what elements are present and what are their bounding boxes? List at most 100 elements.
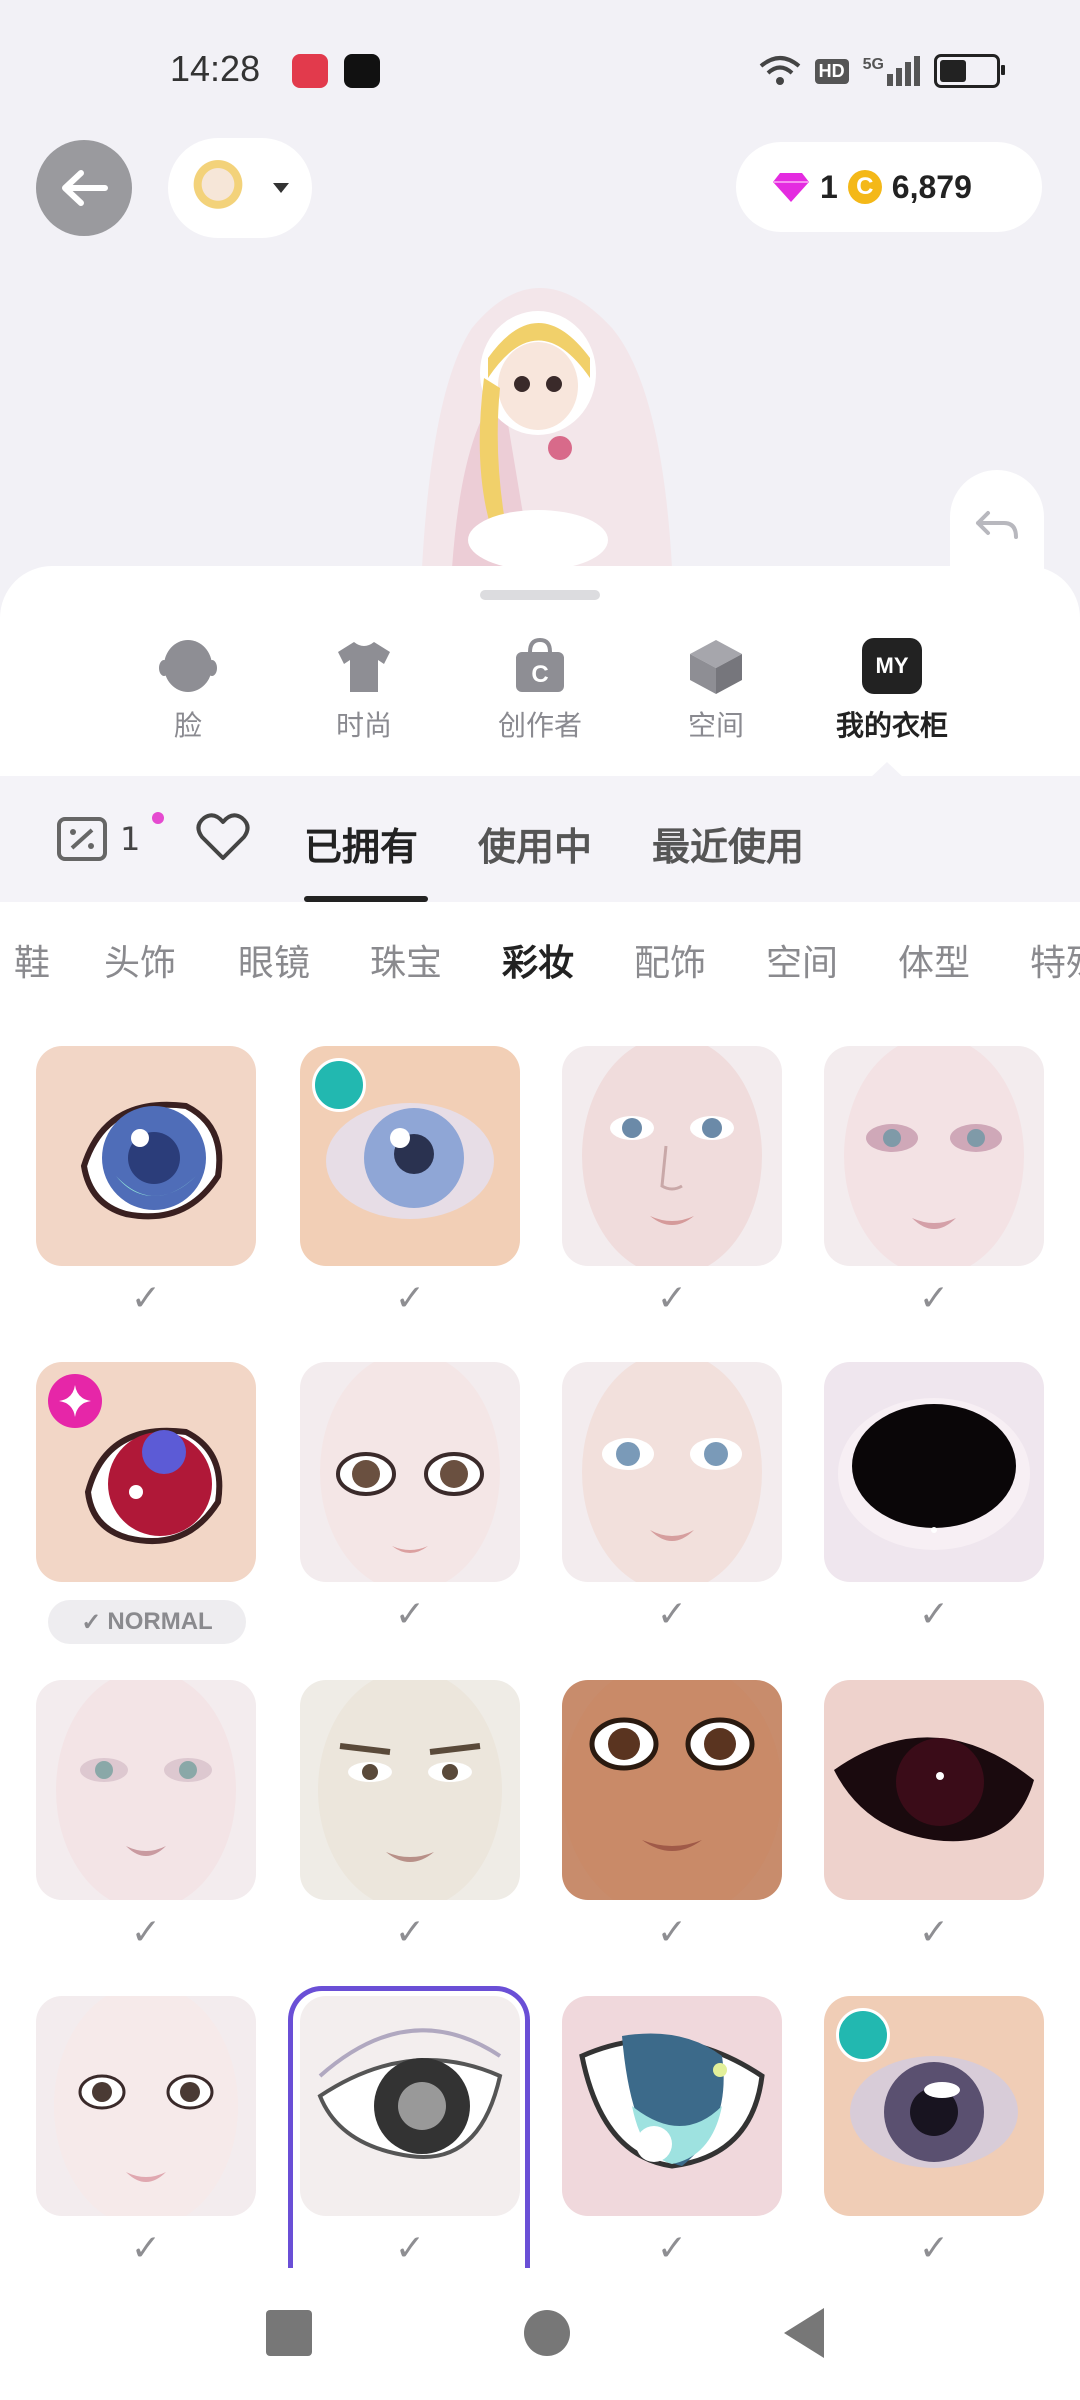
face-thumbnail bbox=[56, 1680, 236, 1900]
item-tile[interactable] bbox=[562, 1046, 782, 1266]
eye-thumbnail bbox=[838, 1398, 1030, 1550]
item-tile[interactable] bbox=[300, 1680, 520, 1900]
item-tile[interactable] bbox=[562, 1362, 782, 1582]
coupon-icon bbox=[57, 817, 107, 861]
undo-icon bbox=[976, 511, 1018, 539]
notification-dot bbox=[152, 812, 164, 824]
owned-check: ✓ bbox=[918, 1594, 950, 1635]
face-thumbnail bbox=[562, 1680, 782, 1900]
category-shoes[interactable]: 鞋 bbox=[14, 934, 50, 986]
status-icons: HD 5G bbox=[759, 50, 1005, 92]
tab-fashion-label: 时尚 bbox=[335, 709, 392, 742]
caret-down-icon bbox=[273, 183, 289, 193]
owned-check: ✓ bbox=[918, 1278, 950, 1319]
gem-count: 1 bbox=[820, 168, 838, 205]
owned-check: ✓ bbox=[394, 1278, 426, 1319]
home-button[interactable] bbox=[524, 2310, 570, 2356]
item-tile[interactable] bbox=[824, 1680, 1044, 1900]
item-tile[interactable] bbox=[300, 1046, 520, 1266]
category-jewelry[interactable]: 珠宝 bbox=[370, 934, 442, 986]
avatar-switcher[interactable] bbox=[168, 138, 312, 238]
coupon-button[interactable]: 1 bbox=[56, 816, 140, 862]
eye-thumbnail bbox=[834, 1737, 1034, 1842]
tab-fashion[interactable]: 时尚 bbox=[304, 638, 424, 748]
tab-recently-used[interactable]: 最近使用 bbox=[652, 816, 804, 871]
recent-apps-button[interactable] bbox=[266, 2310, 312, 2356]
item-tile[interactable] bbox=[824, 1996, 1044, 2216]
arrow-left-icon bbox=[62, 170, 108, 206]
screen-record-app-icon bbox=[292, 54, 328, 88]
category-accessories[interactable]: 配饰 bbox=[634, 934, 706, 986]
my-wardrobe-icon: MY bbox=[862, 638, 922, 694]
category-makeup[interactable]: 彩妆 bbox=[502, 934, 574, 986]
face-thumbnail bbox=[320, 1362, 500, 1582]
face-thumbnail bbox=[54, 1996, 238, 2216]
tab-creator-label: 创作者 bbox=[497, 709, 582, 742]
owned-check: ✓ bbox=[656, 1278, 688, 1319]
system-back-button[interactable] bbox=[780, 2306, 826, 2360]
avatar bbox=[182, 152, 254, 224]
owned-check: ✓ bbox=[394, 2228, 426, 2269]
coin-icon: C bbox=[847, 170, 882, 204]
face-thumbnail bbox=[582, 1362, 762, 1582]
undo-button[interactable] bbox=[950, 470, 1044, 580]
category-space[interactable]: 空间 bbox=[766, 934, 838, 986]
tab-face[interactable]: 脸 bbox=[128, 638, 248, 748]
back-button[interactable] bbox=[36, 140, 132, 236]
brand-badge bbox=[836, 2008, 890, 2062]
face-thumbnail bbox=[582, 1046, 762, 1266]
item-tile[interactable] bbox=[562, 1996, 782, 2216]
tab-my-wardrobe[interactable]: MY 我的衣柜 bbox=[832, 638, 952, 748]
cube-icon bbox=[690, 640, 742, 694]
category-row: 鞋 头饰 眼镜 珠宝 彩妆 配饰 空间 体型 特殊 bbox=[0, 934, 1080, 984]
gem-icon bbox=[773, 173, 809, 202]
tab-space-label: 空间 bbox=[687, 709, 744, 742]
owned-check: ✓ bbox=[656, 1594, 688, 1635]
owned-check: ✓ bbox=[918, 1912, 950, 1953]
eye-thumbnail bbox=[579, 2033, 765, 2169]
item-tile[interactable] bbox=[824, 1362, 1044, 1582]
item-tile[interactable] bbox=[36, 1680, 256, 1900]
item-tile[interactable] bbox=[300, 1362, 520, 1582]
owned-check: ✓ bbox=[656, 2228, 688, 2269]
owned-check: ✓ bbox=[656, 1912, 688, 1953]
face-thumbnail bbox=[318, 1680, 502, 1900]
item-tile[interactable] bbox=[36, 1046, 256, 1266]
drag-handle[interactable] bbox=[480, 590, 600, 600]
category-headwear[interactable]: 头饰 bbox=[104, 934, 176, 986]
tshirt-icon bbox=[338, 642, 390, 692]
tab-in-use[interactable]: 使用中 bbox=[478, 816, 592, 871]
item-tile[interactable] bbox=[36, 1996, 256, 2216]
check-icon: ✓ bbox=[81, 1608, 102, 1636]
sparkle-icon bbox=[59, 1385, 91, 1417]
tab-space[interactable]: 空间 bbox=[656, 638, 776, 748]
item-tile[interactable] bbox=[824, 1046, 1044, 1266]
eye-thumbnail bbox=[80, 1101, 223, 1220]
coupon-count: 1 bbox=[120, 820, 141, 858]
battery-icon bbox=[934, 54, 1005, 88]
tab-creator[interactable]: C 创作者 bbox=[480, 638, 600, 748]
owned-check: ✓ bbox=[130, 1912, 162, 1953]
item-tile[interactable] bbox=[562, 1680, 782, 1900]
hd-badge: HD bbox=[814, 58, 849, 84]
item-tile[interactable] bbox=[36, 1362, 256, 1582]
heart-icon bbox=[196, 813, 250, 860]
tab-owned[interactable]: 已拥有 bbox=[304, 816, 418, 871]
tab-my-wardrobe-label: 我的衣柜 bbox=[835, 709, 948, 742]
owned-check: ✓ bbox=[130, 2228, 162, 2269]
owned-check: ✓ bbox=[394, 1594, 426, 1635]
svg-text:C: C bbox=[531, 661, 548, 688]
favorites-button[interactable] bbox=[196, 812, 250, 866]
owned-check: ✓ bbox=[394, 1912, 426, 1953]
category-special[interactable]: 特殊 bbox=[1030, 934, 1080, 986]
main-tabs: 脸 时尚 C 创作者 空间 MY 我的衣柜 bbox=[0, 638, 1080, 748]
owned-check: ✓ bbox=[918, 2228, 950, 2269]
active-tab-indicator bbox=[304, 896, 428, 902]
category-glasses[interactable]: 眼镜 bbox=[238, 934, 310, 986]
category-body-shape[interactable]: 体型 bbox=[898, 934, 970, 986]
currency-balance[interactable]: 1 C 6,879 bbox=[736, 142, 1042, 232]
avatar-figure bbox=[422, 288, 672, 568]
status-time: 14:28 bbox=[170, 48, 261, 89]
coin-count: 6,879 bbox=[891, 168, 972, 205]
normal-tag: ✓ NORMAL bbox=[48, 1600, 246, 1644]
